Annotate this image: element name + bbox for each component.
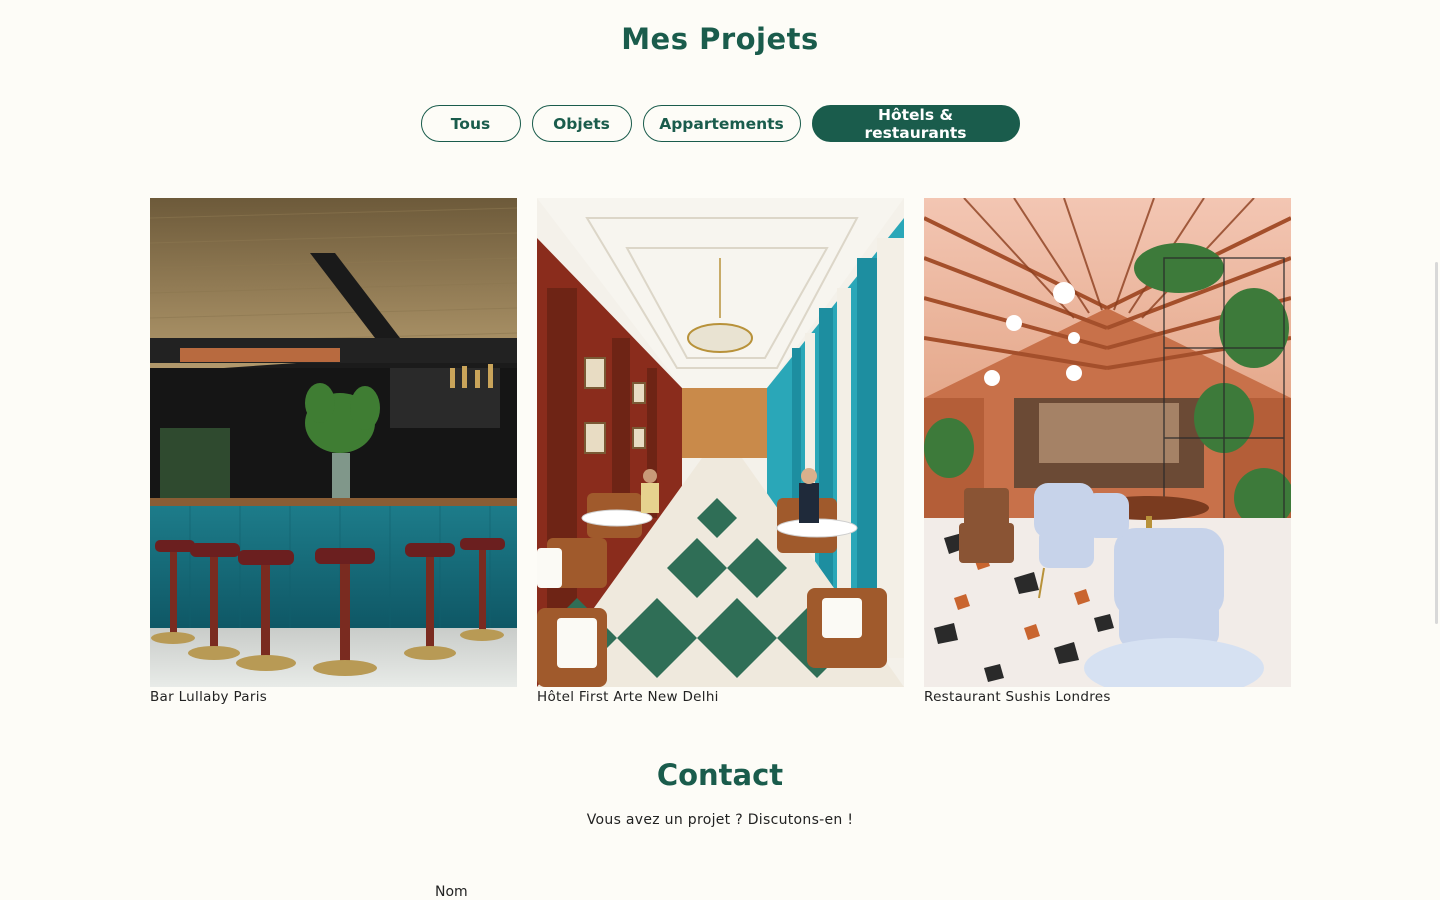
project-filters: Tous Objets Appartements Hôtels & restau… <box>0 105 1440 142</box>
filter-apartments-button[interactable]: Appartements <box>642 105 801 142</box>
projects-title: Mes Projets <box>621 22 819 56</box>
project-caption: Hôtel First Arte New Delhi <box>537 689 719 705</box>
page-scrollbar[interactable] <box>1435 262 1438 624</box>
project-photo-bar-lullaby[interactable] <box>150 198 517 687</box>
project-card-hotel-first-arte[interactable]: Hôtel First Arte New Delhi <box>537 198 904 706</box>
contact-title: Contact <box>656 758 784 792</box>
project-caption: Bar Lullaby Paris <box>150 689 268 705</box>
filter-all-button[interactable]: Tous <box>420 105 521 142</box>
filter-objects-button[interactable]: Objets <box>531 105 632 142</box>
contact-subtitle: Vous avez un projet ? Discutons-en ! <box>586 812 854 828</box>
project-photo-restaurant-sushis[interactable] <box>924 198 1291 687</box>
project-card-bar-lullaby[interactable]: Bar Lullaby Paris <box>150 198 517 706</box>
projects-grid: Bar Lullaby Paris Hôtel First Arte New D… <box>150 198 1291 706</box>
name-field-label: Nom <box>435 884 468 900</box>
project-photo-hotel-first-arte[interactable] <box>537 198 904 687</box>
filter-hotels-restaurants-button[interactable]: Hôtels & restaurants <box>811 105 1020 142</box>
page: Mes Projets Tous Objets Appartements Hôt… <box>0 0 1440 900</box>
project-caption: Restaurant Sushis Londres <box>924 689 1111 705</box>
project-card-restaurant-sushis[interactable]: Restaurant Sushis Londres <box>924 198 1291 706</box>
